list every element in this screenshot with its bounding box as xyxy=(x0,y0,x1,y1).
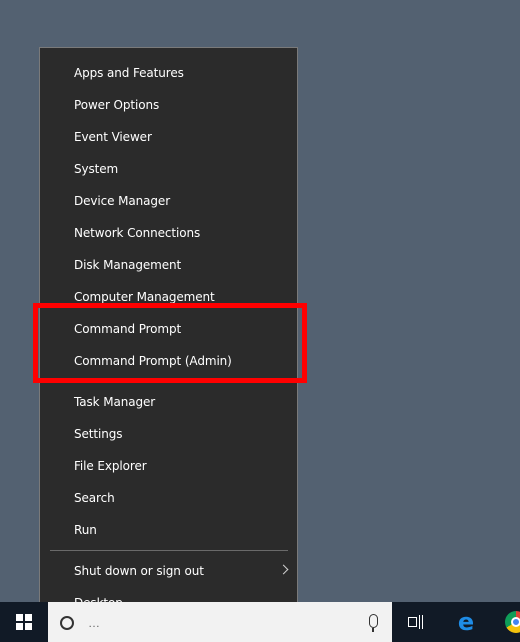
menu-item-label: Settings xyxy=(74,427,123,441)
menu-item-computer-management[interactable]: Computer Management xyxy=(40,281,297,313)
menu-item-label: Apps and Features xyxy=(74,66,184,80)
menu-item-label: Power Options xyxy=(74,98,160,112)
menu-item-label: Command Prompt xyxy=(74,322,182,336)
menu-item-system[interactable]: System xyxy=(40,153,297,185)
task-view-icon xyxy=(408,615,424,629)
menu-item-label: Computer Management xyxy=(74,290,215,304)
menu-item-label: Search xyxy=(74,491,115,505)
menu-item-event-viewer[interactable]: Event Viewer xyxy=(40,121,297,153)
menu-item-label: Event Viewer xyxy=(74,130,152,144)
task-view-button[interactable] xyxy=(396,602,436,642)
windows-logo-icon xyxy=(16,614,32,630)
search-placeholder: … xyxy=(88,616,100,630)
menu-item-apps-and-features[interactable]: Apps and Features xyxy=(40,57,297,89)
menu-item-run[interactable]: Run xyxy=(40,514,297,546)
chrome-button[interactable] xyxy=(496,602,520,642)
menu-item-label: File Explorer xyxy=(74,459,147,473)
menu-item-disk-management[interactable]: Disk Management xyxy=(40,249,297,281)
menu-item-search[interactable]: Search xyxy=(40,482,297,514)
menu-item-device-manager[interactable]: Device Manager xyxy=(40,185,297,217)
menu-item-command-prompt[interactable]: Command Prompt xyxy=(40,313,297,345)
menu-separator xyxy=(50,550,288,551)
menu-item-power-options[interactable]: Power Options xyxy=(40,89,297,121)
menu-item-label: Disk Management xyxy=(74,258,182,272)
menu-item-command-prompt-admin[interactable]: Command Prompt (Admin) xyxy=(40,345,297,377)
menu-item-settings[interactable]: Settings xyxy=(40,418,297,450)
menu-item-label: System xyxy=(74,162,119,176)
edge-button[interactable]: e xyxy=(446,602,486,642)
menu-item-label: Network Connections xyxy=(74,226,201,240)
microphone-icon[interactable] xyxy=(369,614,378,632)
edge-icon: e xyxy=(457,608,475,636)
winx-menu: Apps and Features Power Options Event Vi… xyxy=(39,47,298,628)
taskbar-search-box[interactable]: … xyxy=(48,602,392,642)
start-button[interactable] xyxy=(0,602,48,642)
menu-item-task-manager[interactable]: Task Manager xyxy=(40,386,297,418)
menu-item-label: Run xyxy=(74,523,97,537)
menu-item-network-connections[interactable]: Network Connections xyxy=(40,217,297,249)
chrome-icon xyxy=(505,611,520,633)
menu-item-label: Device Manager xyxy=(74,194,171,208)
chevron-right-icon xyxy=(278,564,289,575)
menu-item-label: Command Prompt (Admin) xyxy=(74,354,232,368)
search-icon xyxy=(60,616,74,630)
menu-item-label: Task Manager xyxy=(74,395,156,409)
menu-item-label: Shut down or sign out xyxy=(74,564,204,578)
taskbar: … e xyxy=(0,602,520,642)
menu-item-file-explorer[interactable]: File Explorer xyxy=(40,450,297,482)
menu-item-shut-down-or-sign-out[interactable]: Shut down or sign out xyxy=(40,555,297,587)
